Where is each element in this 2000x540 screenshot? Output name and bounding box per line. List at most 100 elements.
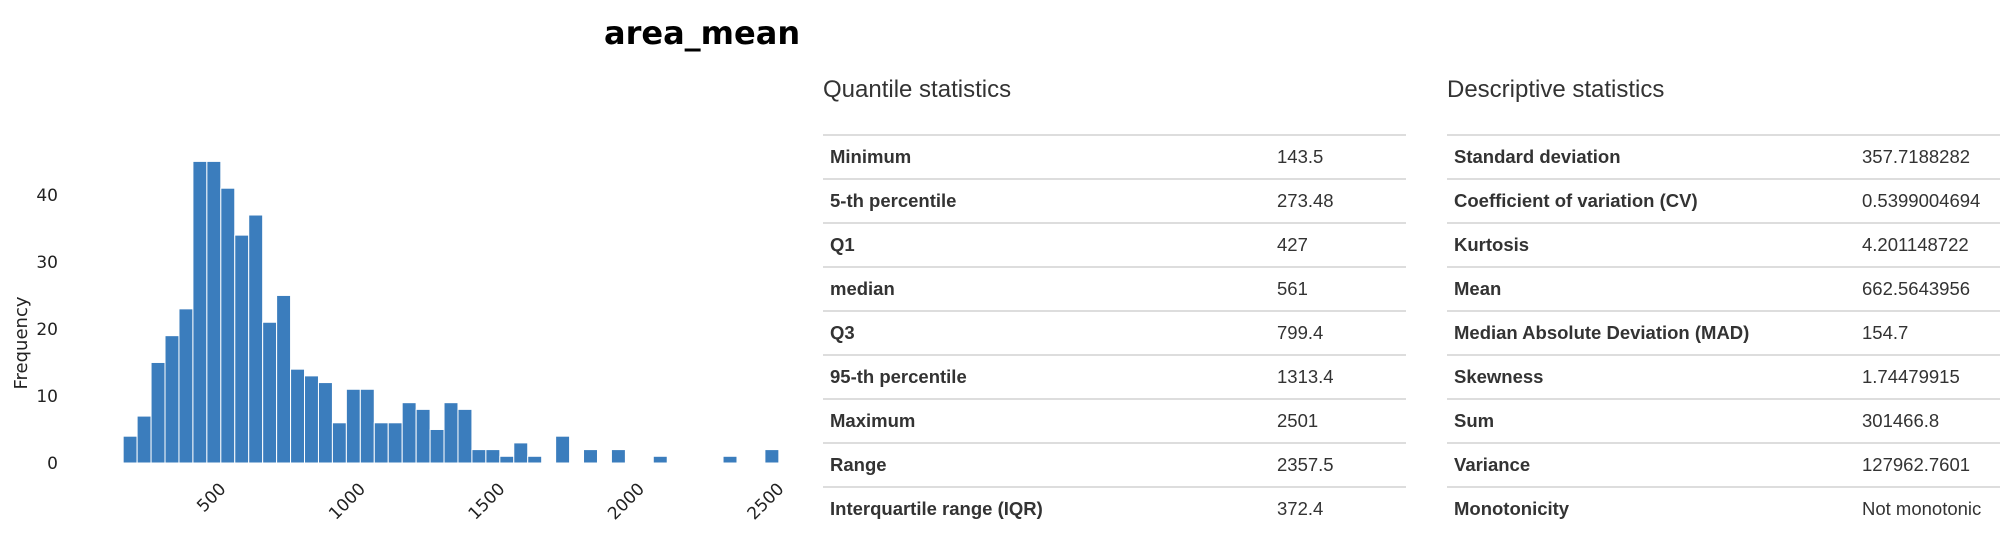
quantile-stat-label: Interquartile range (IQR): [823, 486, 1270, 530]
descriptive-stat-value: 0.5399004694: [1855, 178, 2000, 223]
descriptive-stat-label: Monotonicity: [1447, 486, 1855, 530]
histogram-bar: [443, 402, 459, 464]
quantile-stat-value: 2501: [1270, 398, 1406, 443]
histogram-bar: [513, 442, 529, 464]
histogram-bar: [555, 435, 571, 464]
descriptive-stat-label: Coefficient of variation (CV): [1447, 178, 1855, 223]
histogram-bar: [304, 375, 319, 464]
descriptive-stat-row: Skewness 1.74479915: [1447, 354, 2000, 399]
quantile-stat-label: Q3: [823, 310, 1270, 355]
descriptive-stat-value: 301466.8: [1855, 398, 2000, 443]
quantile-stat-value: 273.48: [1270, 178, 1406, 223]
quantile-stat-value: 1313.4: [1270, 354, 1406, 399]
descriptive-stat-value: Not monotonic: [1855, 486, 2000, 530]
descriptive-stat-label: Standard deviation: [1447, 134, 1855, 179]
histogram-chart: Frequency 0 10 20 30 40 500 1000 1500 2000 2500: [11, 160, 788, 524]
descriptive-stat-value: 4.201148722: [1855, 222, 2000, 267]
descriptive-stat-label: Sum: [1447, 398, 1855, 443]
quantile-stat-value: 372.4: [1270, 486, 1406, 530]
descriptive-stat-value: 154.7: [1855, 310, 2000, 355]
descriptive-stat-row: Kurtosis 4.201148722: [1447, 222, 2000, 267]
histogram-bar: [610, 449, 626, 464]
histogram-bar: [136, 415, 152, 464]
y-tick-label: 0: [47, 454, 58, 474]
quantile-stat-label: 95-th percentile: [823, 354, 1270, 399]
quantile-statistics-table: Minimum 143.5 5-th percentile 273.48 Q1 427 me…: [823, 134, 1406, 530]
quantile-statistics-section: Quantile statistics Minimum 143.5 5-th per…: [823, 72, 1406, 530]
quantile-stat-label: 5-th percentile: [823, 178, 1270, 223]
y-tick-label: 20: [36, 320, 58, 340]
quantile-stat-label: median: [823, 266, 1270, 311]
quantile-stat-row: Minimum 143.5: [823, 134, 1406, 179]
descriptive-stat-label: Mean: [1447, 266, 1855, 311]
histogram-bar: [373, 422, 389, 464]
histogram-bar: [652, 455, 668, 464]
y-tick-labels: 0 10 20 30 40: [36, 186, 58, 474]
histogram-bar: [415, 408, 431, 464]
histogram-bar: [359, 388, 375, 464]
histogram-bar: [206, 160, 222, 464]
histogram-bar: [722, 455, 738, 464]
quantile-stat-row: 5-th percentile 273.48: [823, 178, 1406, 223]
y-tick-label: 10: [36, 387, 58, 407]
y-axis-title: Frequency: [11, 296, 32, 389]
quantile-stat-value: 561: [1270, 266, 1406, 311]
quantile-stat-value: 799.4: [1270, 310, 1406, 355]
quantile-stat-label: Range: [823, 442, 1270, 487]
descriptive-stat-row: Mean 662.5643956: [1447, 266, 2000, 311]
quantile-stat-row: 95-th percentile 1313.4: [823, 354, 1406, 399]
x-tick-label: 500: [193, 479, 230, 516]
quantile-stat-row: Interquartile range (IQR) 372.4: [823, 486, 1406, 530]
histogram-bar: [248, 214, 264, 464]
x-tick-label: 1000: [325, 479, 370, 524]
descriptive-stat-value: 662.5643956: [1855, 266, 2000, 311]
descriptive-stat-value: 1.74479915: [1855, 354, 2000, 399]
histogram-bar: [262, 321, 278, 464]
histogram-bar: [583, 449, 598, 464]
histogram-bar: [178, 308, 194, 464]
histogram-bar: [317, 382, 333, 464]
histogram-bar: [290, 368, 306, 464]
quantile-stat-value: 2357.5: [1270, 442, 1406, 487]
descriptive-stat-label: Kurtosis: [1447, 222, 1855, 267]
histogram-bar: [150, 361, 166, 464]
histogram-bar: [429, 428, 445, 464]
descriptive-stat-row: Standard deviation 357.7188282: [1447, 134, 2000, 179]
descriptive-stat-label: Variance: [1447, 442, 1855, 487]
descriptive-statistics-title: Descriptive statistics: [1447, 76, 1665, 103]
quantile-stat-row: median 561: [823, 266, 1406, 311]
descriptive-stat-row: Median Absolute Deviation (MAD) 154.7: [1447, 310, 2000, 355]
y-tick-label: 30: [36, 253, 58, 273]
histogram-bar: [220, 187, 236, 464]
bars-group: [122, 160, 780, 464]
quantile-stat-row: Q1 427: [823, 222, 1406, 267]
descriptive-stat-row: Sum 301466.8: [1447, 398, 2000, 443]
quantile-stat-label: Q1: [823, 222, 1270, 267]
descriptive-stat-row: Variance 127962.7601: [1447, 442, 2000, 487]
histogram-bar: [164, 335, 180, 464]
descriptive-stat-row: Coefficient of variation (CV) 0.539900469…: [1447, 178, 2000, 223]
descriptive-stat-label: Median Absolute Deviation (MAD): [1447, 310, 1855, 355]
histogram-bar: [527, 455, 543, 464]
histogram-bar: [234, 234, 250, 464]
descriptive-stat-label: Skewness: [1447, 354, 1855, 399]
quantile-stat-value: 143.5: [1270, 134, 1406, 179]
histogram-bar: [499, 455, 515, 464]
descriptive-statistics-table: Standard deviation 357.7188282 Coefficient…: [1447, 134, 2000, 530]
histogram-bar: [485, 449, 501, 464]
quantile-statistics-title: Quantile statistics: [823, 76, 1012, 103]
y-tick-label: 40: [36, 186, 58, 206]
x-tick-label: 2500: [744, 479, 789, 524]
histogram-bar: [345, 388, 361, 464]
histogram-bar: [471, 449, 487, 464]
histogram-bar: [401, 402, 417, 464]
x-tick-labels: 500 1000 1500 2000 2500: [193, 479, 788, 524]
descriptive-statistics-section: Descriptive statistics Standard deviatio…: [1447, 72, 2000, 530]
histogram-bar: [331, 422, 347, 464]
histogram-bar: [387, 422, 403, 464]
histogram-bar: [764, 449, 780, 464]
quantile-stat-row: Q3 799.4: [823, 310, 1406, 355]
quantile-stat-label: Minimum: [823, 134, 1270, 179]
descriptive-stat-row: Monotonicity Not monotonic: [1447, 486, 2000, 530]
histogram-bar: [276, 294, 292, 464]
